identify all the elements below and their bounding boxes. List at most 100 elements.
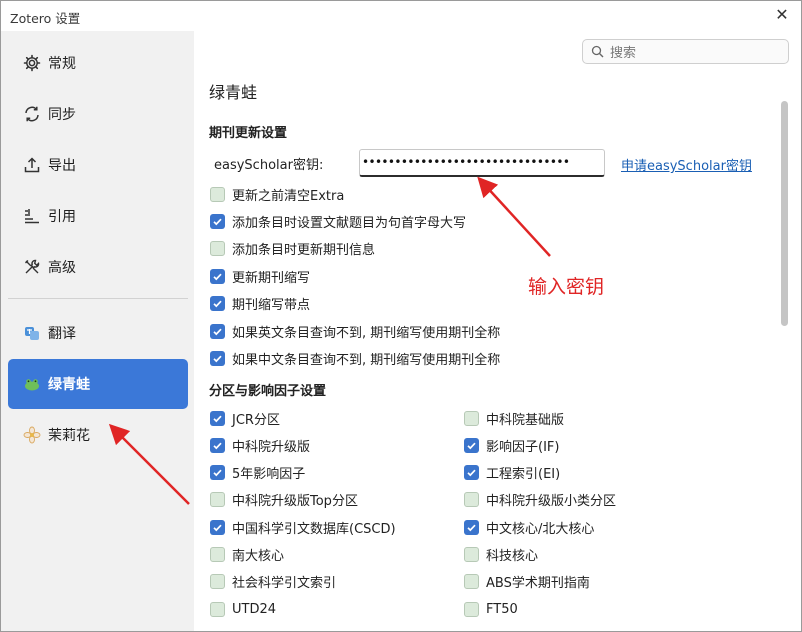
checkbox-label: 中科院升级版小类分区 xyxy=(486,494,617,510)
impact-option-row[interactable]: 中科院升级版Top分区 xyxy=(210,490,358,510)
impact-option-row[interactable]: 中科院升级版小类分区 xyxy=(464,490,616,510)
checkbox-label: 中文核心/北大核心 xyxy=(486,521,595,537)
checkbox-label: ABS学术期刊指南 xyxy=(486,576,590,592)
impact-option-row[interactable]: 中国科学引文数据库(CSCD) xyxy=(210,517,396,537)
export-icon xyxy=(22,155,42,175)
checkbox-unchecked[interactable] xyxy=(464,410,479,426)
impact-option-row[interactable]: 5年影响因子 xyxy=(210,463,305,483)
sync-icon xyxy=(22,104,42,124)
checkmark-icon xyxy=(213,469,222,477)
section-title-impact: 分区与影响因子设置 xyxy=(209,384,327,399)
tools-icon xyxy=(22,257,42,277)
scrollbar[interactable] xyxy=(778,61,790,631)
annotation-text: 输入密钥 xyxy=(528,276,605,298)
sidebar-item-export[interactable]: 导出 xyxy=(8,140,188,190)
checkbox-checked[interactable] xyxy=(210,410,225,426)
sidebar-item-advanced[interactable]: 高级 xyxy=(8,242,188,292)
sidebar-item-label: 绿青蛙 xyxy=(48,377,90,393)
sidebar-item-jasmine[interactable]: 茉莉花 xyxy=(8,410,188,460)
checkbox-checked[interactable] xyxy=(210,519,225,535)
impact-option-row[interactable]: ABS学术期刊指南 xyxy=(464,572,590,592)
checkbox-checked[interactable] xyxy=(210,296,225,312)
checkbox-label: 南大核心 xyxy=(232,549,285,564)
journal-option-row[interactable]: 添加条目时设置文献题目为句首字母大写 xyxy=(210,211,466,231)
checkbox-checked[interactable] xyxy=(210,350,225,366)
checkbox-unchecked[interactable] xyxy=(210,241,225,257)
journal-option-row[interactable]: 更新之前清空Extra xyxy=(210,184,344,204)
checkbox-unchecked[interactable] xyxy=(210,492,225,508)
sidebar-item-general[interactable]: 常规 xyxy=(8,38,188,88)
sidebar-item-cite[interactable]: 引用 xyxy=(8,191,188,241)
impact-option-row[interactable]: 工程索引(EI) xyxy=(464,463,560,483)
checkbox-label: 添加条目时设置文献题目为句首字母大写 xyxy=(232,215,467,231)
checkbox-label: 影响因子(IF) xyxy=(486,439,560,455)
sidebar-item-label: 翻译 xyxy=(48,326,76,342)
sidebar-item-label: 高级 xyxy=(48,260,76,276)
sidebar-item-translate[interactable]: 翻译 xyxy=(8,308,188,358)
journal-option-row[interactable]: 如果英文条目查询不到, 期刊缩写使用期刊全称 xyxy=(210,321,500,341)
impact-option-row[interactable]: 科技核心 xyxy=(464,545,538,565)
checkbox-label: 5年影响因子 xyxy=(232,467,306,483)
checkbox-checked[interactable] xyxy=(464,465,479,481)
checkbox-checked[interactable] xyxy=(464,437,479,453)
sidebar-item-label: 引用 xyxy=(48,209,76,225)
impact-option-row[interactable]: 中科院基础版 xyxy=(464,408,564,428)
checkbox-unchecked[interactable] xyxy=(464,574,479,590)
window-title: Zotero 设置 xyxy=(10,11,81,26)
checkbox-label: 中科院基础版 xyxy=(486,412,565,428)
checkbox-unchecked[interactable] xyxy=(210,547,225,562)
impact-option-row[interactable]: UTD24 xyxy=(210,599,276,619)
impact-option-row[interactable]: 中科院升级版 xyxy=(210,435,310,455)
checkbox-label: 更新之前清空Extra xyxy=(232,188,345,204)
checkbox-label: 更新期刊缩写 xyxy=(232,270,311,286)
checkbox-label: 如果中文条目查询不到, 期刊缩写使用期刊全称 xyxy=(232,352,501,368)
journal-option-row[interactable]: 如果中文条目查询不到, 期刊缩写使用期刊全称 xyxy=(210,348,500,368)
preferences-window: Zotero 设置 ✕ 常规 同步 导出 引用 高级 翻译 绿青蛙 茉莉花 搜索… xyxy=(0,0,802,632)
checkbox-unchecked[interactable] xyxy=(464,492,479,508)
checkbox-checked[interactable] xyxy=(464,519,479,535)
checkbox-checked[interactable] xyxy=(210,323,225,339)
checkbox-label: 期刊缩写带点 xyxy=(232,298,311,314)
title-bar: Zotero 设置 ✕ xyxy=(1,1,801,31)
sidebar-item-sync[interactable]: 同步 xyxy=(8,89,188,139)
checkbox-unchecked[interactable] xyxy=(464,547,479,562)
checkbox-unchecked[interactable] xyxy=(464,601,479,617)
checkmark-icon xyxy=(213,328,222,335)
impact-option-row[interactable]: FT50 xyxy=(464,599,518,619)
impact-option-row[interactable]: 南大核心 xyxy=(210,545,284,565)
easyscholar-key-input[interactable]: •••••••••••••••••••••••••••••••• xyxy=(359,149,605,177)
checkmark-icon xyxy=(213,442,222,450)
checkmark-icon xyxy=(467,524,476,532)
preferences-pane: 绿青蛙 期刊更新设置 easyScholar密钥: ••••••••••••••… xyxy=(194,31,790,631)
checkbox-unchecked[interactable] xyxy=(210,574,225,590)
checkbox-checked[interactable] xyxy=(210,213,225,229)
gear-icon xyxy=(22,53,42,73)
journal-option-row[interactable]: 添加条目时更新期刊信息 xyxy=(210,239,375,259)
impact-option-row[interactable]: 中文核心/北大核心 xyxy=(464,517,594,537)
checkmark-icon xyxy=(213,300,222,308)
checkmark-icon xyxy=(213,415,222,422)
sidebar-item-label: 导出 xyxy=(48,158,76,174)
journal-option-row[interactable]: 期刊缩写带点 xyxy=(210,294,310,314)
scrollbar-thumb[interactable] xyxy=(781,101,788,326)
checkbox-label: 如果英文条目查询不到, 期刊缩写使用期刊全称 xyxy=(232,325,501,341)
sidebar-divider xyxy=(8,298,188,299)
impact-option-row[interactable]: JCR分区 xyxy=(210,408,280,428)
checkmark-icon xyxy=(213,218,222,226)
sidebar-item-frog[interactable]: 绿青蛙 xyxy=(8,359,188,409)
impact-option-row[interactable]: 社会科学引文索引 xyxy=(210,572,336,592)
checkbox-unchecked[interactable] xyxy=(210,186,225,202)
impact-option-row[interactable]: 影响因子(IF) xyxy=(464,435,559,455)
section-title-journal: 期刊更新设置 xyxy=(209,126,288,141)
close-icon[interactable]: ✕ xyxy=(773,6,791,24)
journal-option-row[interactable]: 更新期刊缩写 xyxy=(210,266,310,286)
checkbox-unchecked[interactable] xyxy=(210,601,225,617)
checkmark-icon xyxy=(213,273,222,281)
cite-icon xyxy=(22,206,42,226)
checkbox-checked[interactable] xyxy=(210,268,225,284)
apply-key-link[interactable]: 申请easyScholar密钥 xyxy=(621,155,752,174)
checkbox-checked[interactable] xyxy=(210,465,225,481)
checkbox-label: 添加条目时更新期刊信息 xyxy=(232,243,376,259)
checkmark-icon xyxy=(467,442,476,450)
checkbox-checked[interactable] xyxy=(210,437,225,453)
